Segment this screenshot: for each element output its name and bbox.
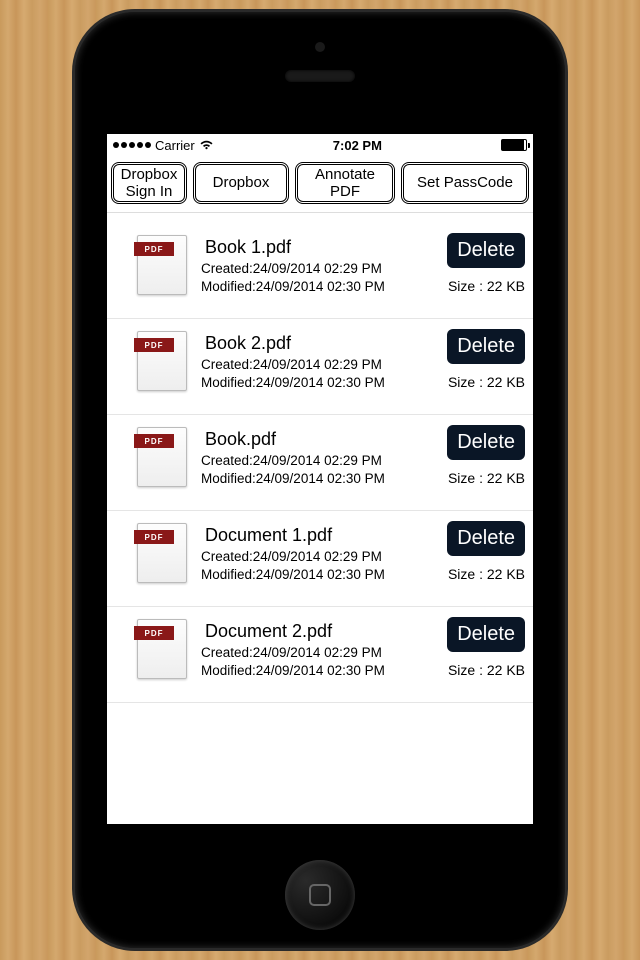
pdf-badge: PDF <box>134 530 174 544</box>
carrier-label: Carrier <box>155 138 195 153</box>
battery-icon <box>501 139 527 151</box>
pdf-file-icon: PDF <box>137 523 187 583</box>
delete-button[interactable]: Delete <box>447 425 525 460</box>
status-right <box>501 139 527 151</box>
screen: Carrier 7:02 PM Dropbox Sign In Dropbox … <box>107 134 533 824</box>
set-passcode-button[interactable]: Set PassCode <box>401 162 529 204</box>
delete-button[interactable]: Delete <box>447 329 525 364</box>
dropbox-signin-button[interactable]: Dropbox Sign In <box>111 162 187 204</box>
delete-button[interactable]: Delete <box>447 521 525 556</box>
pdf-badge: PDF <box>134 626 174 640</box>
pdf-badge: PDF <box>134 338 174 352</box>
pdf-file-icon: PDF <box>137 235 187 295</box>
home-square-icon <box>309 884 331 906</box>
file-right: Delete Size : 22 KB <box>447 425 525 486</box>
list-item[interactable]: PDF Document 1.pdf Created:24/09/2014 02… <box>107 511 533 607</box>
status-time: 7:02 PM <box>214 138 501 153</box>
camera-dot <box>315 42 325 52</box>
file-size: Size : 22 KB <box>448 662 525 678</box>
status-left: Carrier <box>113 138 214 153</box>
speaker-slot <box>285 70 355 82</box>
toolbar: Dropbox Sign In Dropbox Annotate PDF Set… <box>107 156 533 213</box>
annotate-pdf-button[interactable]: Annotate PDF <box>295 162 395 204</box>
pdf-file-icon: PDF <box>137 619 187 679</box>
file-right: Delete Size : 22 KB <box>447 233 525 294</box>
file-size: Size : 22 KB <box>448 374 525 390</box>
list-item[interactable]: PDF Book 1.pdf Created:24/09/2014 02:29 … <box>107 223 533 319</box>
list-item[interactable]: PDF Document 2.pdf Created:24/09/2014 02… <box>107 607 533 703</box>
wifi-icon <box>199 139 214 151</box>
file-right: Delete Size : 22 KB <box>447 521 525 582</box>
signal-dots-icon <box>113 142 151 148</box>
pdf-badge: PDF <box>134 434 174 448</box>
pdf-file-icon: PDF <box>137 331 187 391</box>
delete-button[interactable]: Delete <box>447 233 525 268</box>
dropbox-button[interactable]: Dropbox <box>193 162 289 204</box>
file-size: Size : 22 KB <box>448 470 525 486</box>
pdf-file-icon: PDF <box>137 427 187 487</box>
list-item[interactable]: PDF Book.pdf Created:24/09/2014 02:29 PM… <box>107 415 533 511</box>
file-size: Size : 22 KB <box>448 566 525 582</box>
home-button[interactable] <box>285 860 355 930</box>
file-list[interactable]: PDF Book 1.pdf Created:24/09/2014 02:29 … <box>107 223 533 703</box>
file-right: Delete Size : 22 KB <box>447 329 525 390</box>
list-item[interactable]: PDF Book 2.pdf Created:24/09/2014 02:29 … <box>107 319 533 415</box>
file-size: Size : 22 KB <box>448 278 525 294</box>
file-right: Delete Size : 22 KB <box>447 617 525 678</box>
status-bar: Carrier 7:02 PM <box>107 134 533 156</box>
delete-button[interactable]: Delete <box>447 617 525 652</box>
phone-frame: Carrier 7:02 PM Dropbox Sign In Dropbox … <box>75 12 565 948</box>
pdf-badge: PDF <box>134 242 174 256</box>
